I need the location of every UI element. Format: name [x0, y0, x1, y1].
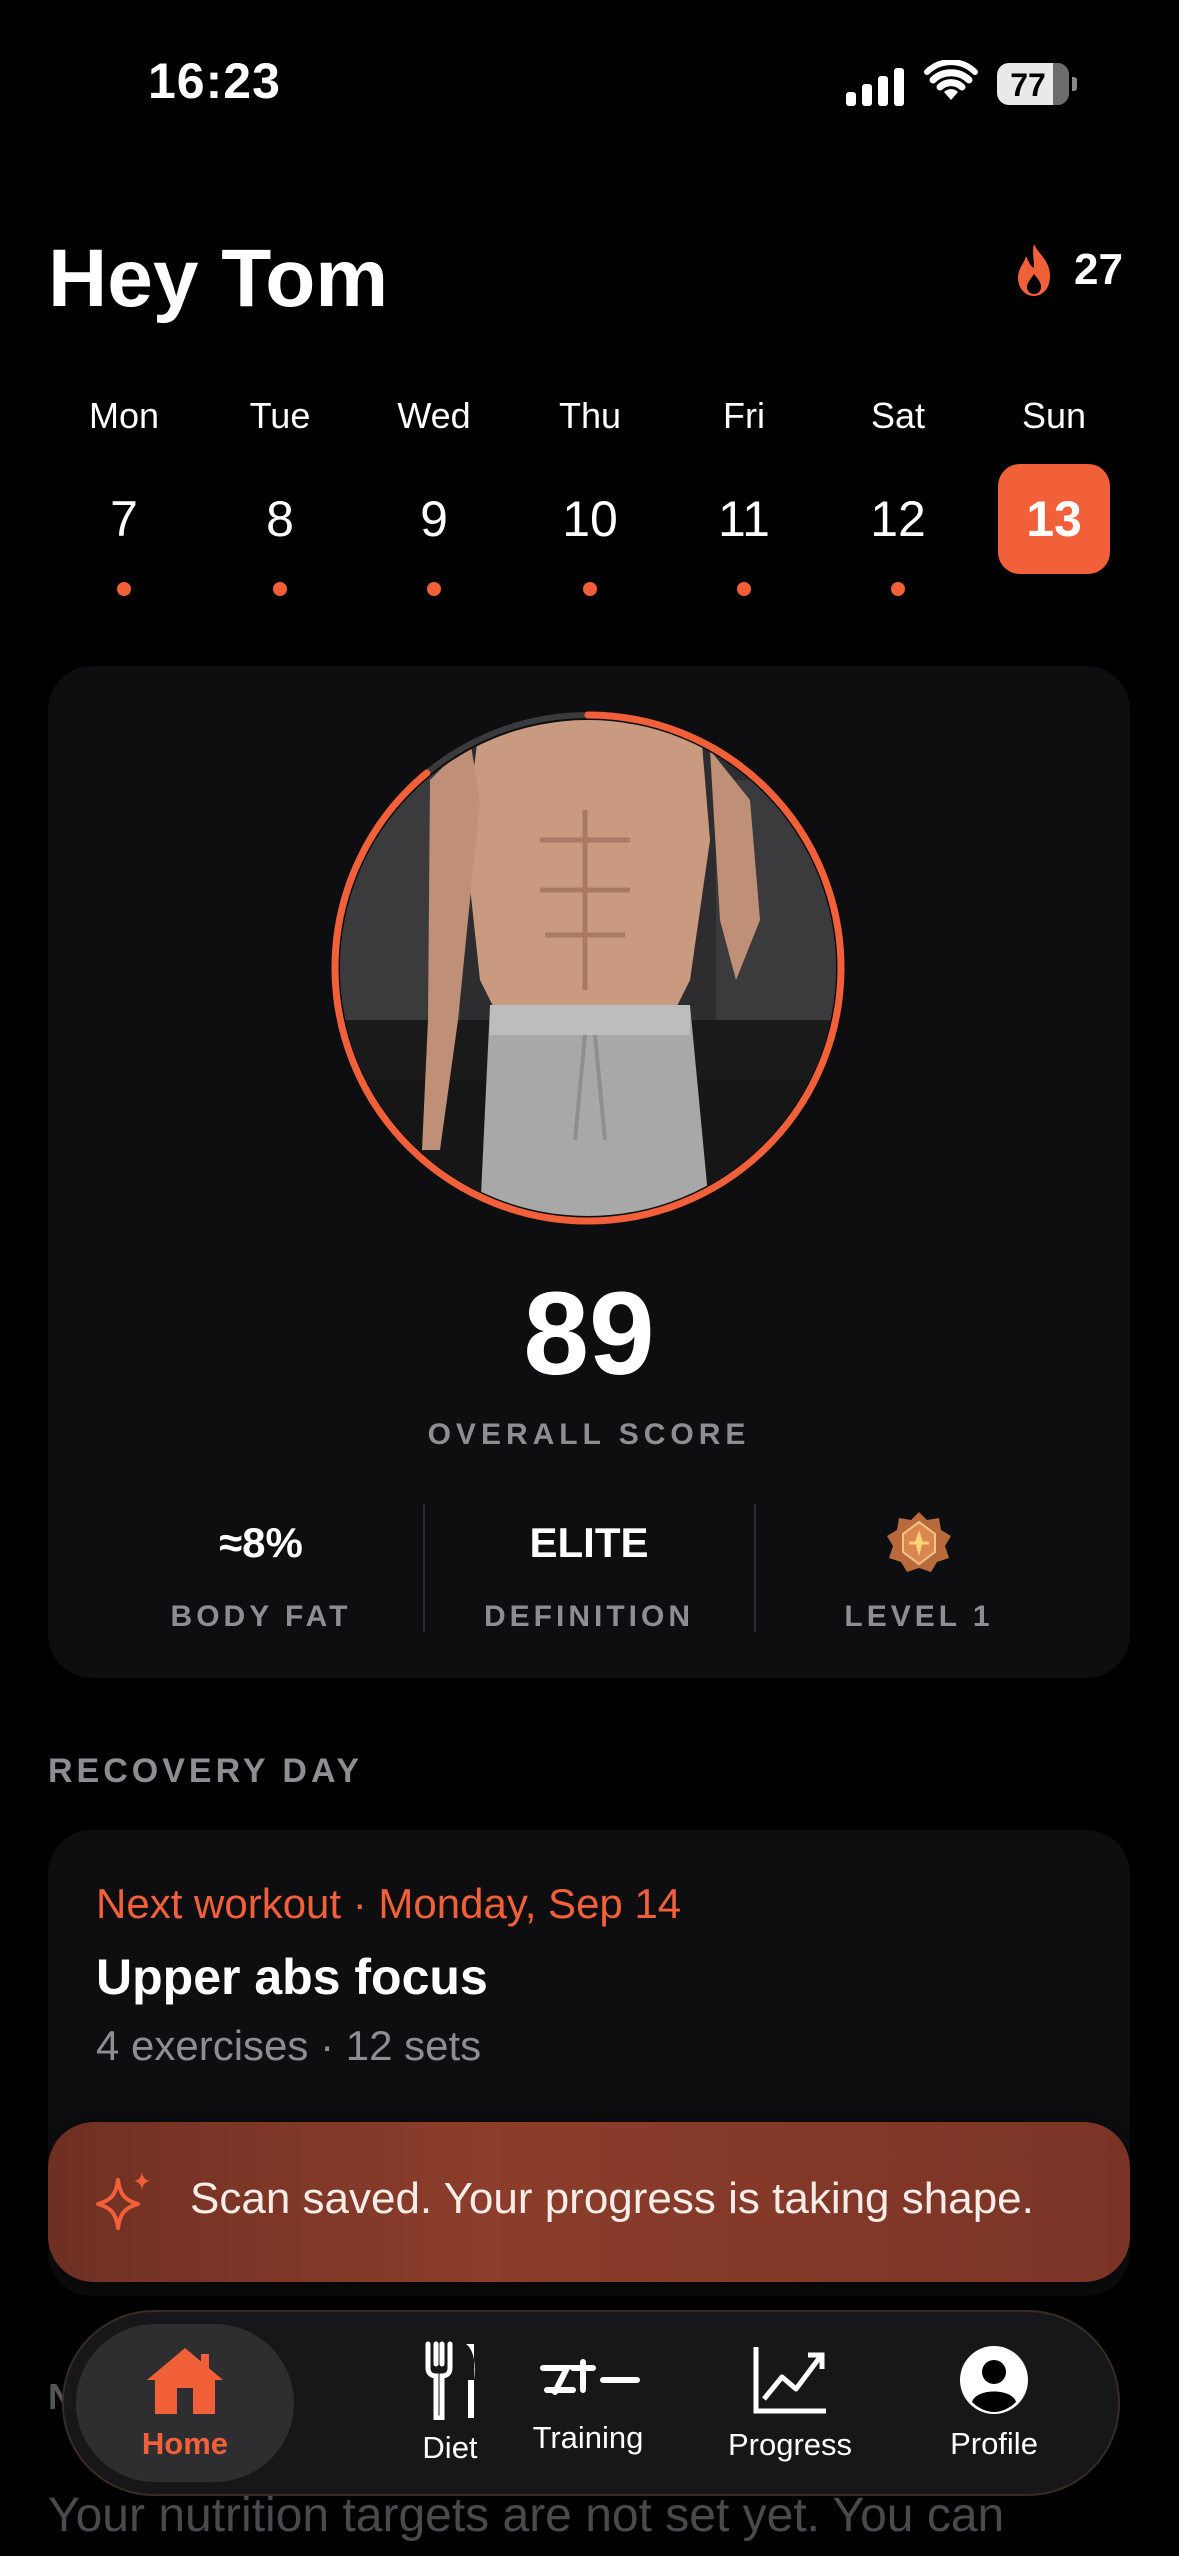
training-icon	[540, 2359, 640, 2395]
day-number: 7	[110, 491, 138, 547]
tab-home[interactable]: Home	[76, 2324, 294, 2482]
body-fat-value: ≈8%	[219, 1519, 303, 1566]
toast-message: Scan saved. Your progress is taking shap…	[190, 2174, 1034, 2223]
greeting-title: Hey Tom	[48, 233, 389, 324]
day-name: Thu	[558, 395, 622, 436]
workout-summary: 4 exercises · 12 sets	[96, 2022, 482, 2069]
day-name: Wed	[397, 395, 471, 436]
level-label: LEVEL 1	[844, 1600, 994, 1633]
selected-day-number: 13	[998, 464, 1110, 574]
definition-label: DEFINITION	[484, 1600, 694, 1633]
body-scan-photo[interactable]	[330, 710, 846, 1226]
nutrition-message: Your nutrition targets are not set yet. …	[48, 2489, 1005, 2542]
streak-counter[interactable]: 27	[1012, 242, 1123, 298]
score-ring	[331, 711, 845, 1225]
day-number: 9	[420, 491, 448, 547]
tab-profile-label: Profile	[950, 2426, 1038, 2461]
day-name: Sat	[870, 395, 926, 436]
day-sun[interactable]: Sun 13	[994, 394, 1114, 574]
next-workout-date: Next workout · Monday, Sep 14	[96, 1880, 682, 1927]
workout-title: Upper abs focus	[96, 1949, 488, 2005]
day-thu[interactable]: Thu 10	[530, 394, 650, 596]
overall-score-label: OVERALL SCORE	[427, 1418, 751, 1451]
activity-dot	[583, 582, 597, 596]
day-number: 11	[718, 491, 770, 547]
level-stat[interactable]: LEVEL 1	[754, 1508, 1084, 1634]
wifi-icon	[924, 60, 978, 100]
profile-icon	[960, 2346, 1028, 2414]
recovery-section-title: RECOVERY DAY	[48, 1752, 364, 1790]
activity-dot	[891, 582, 905, 596]
day-sat[interactable]: Sat 12	[838, 394, 958, 596]
activity-dot	[273, 582, 287, 596]
body-fat-stat: ≈8% BODY FAT	[96, 1508, 426, 1634]
day-mon[interactable]: Mon 7	[64, 394, 184, 596]
definition-value: ELITE	[529, 1519, 649, 1566]
bottom-tab-bar: Home Diet Training Progress Profile	[62, 2310, 1120, 2496]
streak-count: 27	[1074, 245, 1123, 294]
score-card[interactable]: 89 OVERALL SCORE ≈8% BODY FAT ELITE DEFI…	[48, 666, 1130, 1678]
level-badge-icon	[754, 1508, 1084, 1578]
sparkle-icon	[96, 2172, 150, 2230]
scan-saved-toast[interactable]: Scan saved. Your progress is taking shap…	[48, 2122, 1130, 2282]
day-name: Tue	[249, 395, 311, 436]
day-name: Fri	[723, 395, 765, 436]
status-time: 16:23	[148, 53, 281, 109]
tab-home-label: Home	[141, 2426, 229, 2461]
tab-training-label: Training	[532, 2420, 644, 2455]
tab-progress[interactable]: Progress	[690, 2312, 890, 2494]
battery-icon: 77	[997, 63, 1077, 105]
activity-dot	[117, 582, 131, 596]
chart-line-icon	[753, 2347, 826, 2414]
cellular-signal-icon	[846, 64, 906, 106]
tab-training[interactable]: Training	[488, 2312, 688, 2494]
day-number: 10	[562, 491, 618, 547]
tab-progress-label: Progress	[727, 2427, 853, 2462]
home-icon	[147, 2348, 223, 2414]
day-fri[interactable]: Fri 11	[684, 394, 804, 596]
body-fat-label: BODY FAT	[170, 1600, 352, 1633]
overall-score-value: 89	[523, 1268, 655, 1400]
flame-icon	[1018, 244, 1050, 296]
tab-diet-label: Diet	[422, 2430, 478, 2465]
tab-profile[interactable]: Profile	[894, 2312, 1094, 2494]
day-wed[interactable]: Wed 9	[374, 394, 494, 596]
activity-dot	[427, 582, 441, 596]
day-number: 12	[870, 491, 926, 547]
day-name: Sun	[1021, 395, 1087, 436]
fork-knife-icon	[425, 2341, 475, 2420]
definition-stat: ELITE DEFINITION	[424, 1508, 754, 1634]
battery-level: 77	[1010, 67, 1046, 103]
activity-dot	[737, 582, 751, 596]
day-number: 8	[266, 491, 294, 547]
day-tue[interactable]: Tue 8	[220, 394, 340, 596]
day-name: Mon	[88, 395, 160, 436]
